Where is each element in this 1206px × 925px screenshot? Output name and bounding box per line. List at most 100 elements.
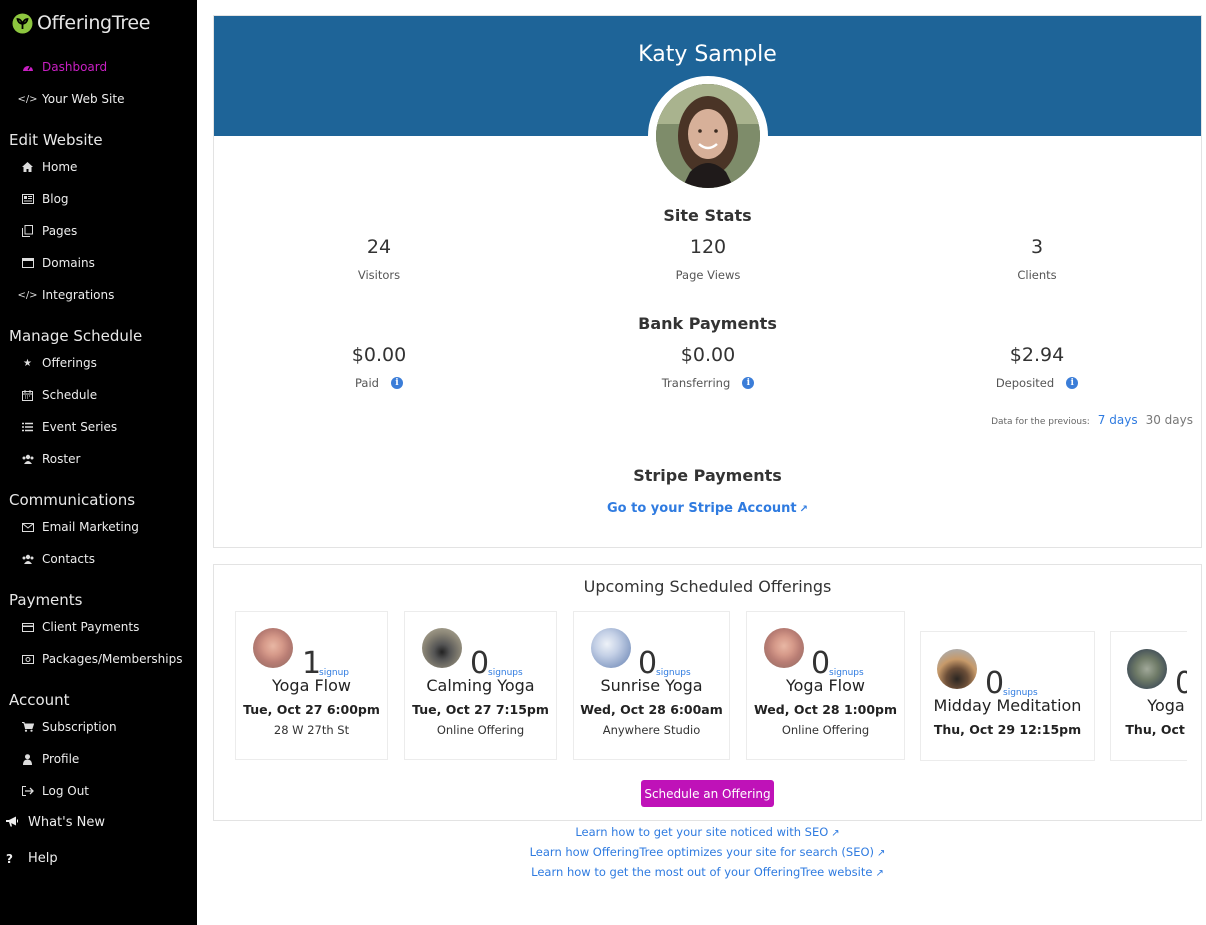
sidebar-item-client-payments[interactable]: Client Payments: [21, 620, 139, 634]
offering-date: Thu, Oct 29: [1125, 722, 1187, 737]
payment-deposited: $2.94 Deposited i: [937, 344, 1137, 390]
sidebar-item-profile[interactable]: Profile: [21, 752, 79, 766]
sidebar-item-contacts[interactable]: Contacts: [21, 552, 95, 566]
external-link-icon: ↗: [799, 504, 808, 515]
profile-avatar[interactable]: [648, 76, 768, 196]
sidebar-item-roster[interactable]: Roster: [21, 452, 80, 466]
credit-card-icon: [21, 621, 34, 634]
app-logo[interactable]: OfferingTree: [12, 12, 151, 34]
external-link-icon: ↗: [831, 828, 840, 839]
copy-icon: [21, 225, 34, 238]
user-icon: [21, 753, 34, 766]
sidebar-item-offerings[interactable]: ★ Offerings: [21, 356, 97, 370]
sidebar-item-schedule[interactable]: Schedule: [21, 388, 97, 402]
bank-payments-title: Bank Payments: [638, 314, 777, 333]
sidebar-item-label: Event Series: [42, 420, 118, 434]
home-icon: [21, 161, 34, 174]
sidebar-item-label: Dashboard: [42, 60, 108, 74]
payment-label: Deposited i: [937, 376, 1137, 390]
offering-card[interactable]: 0 Yoga Thu, Oct 29: [1110, 631, 1187, 761]
sidebar-item-log-out[interactable]: Log Out: [21, 784, 89, 798]
sidebar-item-label: Profile: [42, 752, 80, 766]
info-icon[interactable]: i: [1066, 377, 1079, 389]
stat-label: Visitors: [279, 268, 479, 282]
range-7-days-link[interactable]: 7 days: [1098, 413, 1138, 427]
offering-avatar: [937, 649, 977, 689]
payment-transferring: $0.00 Transferring i: [608, 344, 808, 390]
logo-text: OfferingTree: [37, 12, 151, 34]
question-icon: ?: [6, 851, 13, 866]
sidebar-item-packages-memberships[interactable]: Packages/Memberships: [21, 652, 182, 666]
window-icon: [21, 257, 34, 270]
newspaper-icon: [21, 193, 34, 206]
payment-label-text: Deposited: [995, 376, 1055, 390]
sidebar: OfferingTree Dashboard </> Your Web Site…: [0, 0, 197, 925]
profile-name: Katy Sample: [638, 42, 777, 67]
offering-card[interactable]: 1 signup Yoga Flow Tue, Oct 27 6:00pm 28…: [235, 611, 388, 760]
tree-logo-icon: [12, 13, 33, 33]
stat-label: Page Views: [608, 268, 808, 282]
sidebar-item-label: Log Out: [42, 784, 90, 798]
stat-value: 120: [689, 236, 727, 258]
profile-photo: [656, 84, 760, 188]
section-heading-payments: Payments: [9, 591, 83, 609]
sidebar-item-your-web-site[interactable]: </> Your Web Site: [17, 92, 124, 106]
payment-value: $2.94: [1009, 344, 1065, 366]
sidebar-item-label: Home: [42, 160, 78, 174]
sidebar-item-whats-new[interactable]: What's New: [6, 815, 105, 830]
sidebar-item-home[interactable]: Home: [21, 160, 77, 174]
sidebar-item-domains[interactable]: Domains: [21, 256, 95, 270]
sidebar-item-label: Packages/Memberships: [42, 652, 183, 666]
sidebar-item-label: Subscription: [42, 720, 117, 734]
sidebar-item-pages[interactable]: Pages: [21, 224, 77, 238]
offering-name: Yoga Flow: [271, 676, 351, 695]
external-link-icon: ↗: [875, 868, 884, 879]
offering-name: Sunrise Yoga: [600, 676, 703, 695]
sidebar-item-integrations[interactable]: </> Integrations: [17, 288, 115, 302]
schedule-offering-button[interactable]: Schedule an Offering: [641, 780, 774, 807]
offering-location: Online Offering: [436, 723, 525, 737]
section-heading-edit-website: Edit Website: [9, 131, 103, 149]
sidebar-item-blog[interactable]: Blog: [21, 192, 69, 206]
offering-location: Anywhere Studio: [602, 723, 701, 737]
range-30-days-link[interactable]: 30 days: [1146, 413, 1193, 427]
sidebar-item-event-series[interactable]: Event Series: [21, 420, 117, 434]
sidebar-item-subscription[interactable]: Subscription: [21, 720, 117, 734]
sidebar-item-label: Integrations: [42, 288, 115, 302]
offering-avatar: [422, 628, 462, 668]
payment-value: $0.00: [351, 344, 407, 366]
envelope-icon: [21, 521, 34, 534]
external-link-icon: ↗: [877, 848, 886, 859]
offering-card[interactable]: 0 signups Midday Meditation Thu, Oct 29 …: [920, 631, 1095, 761]
offering-date: Thu, Oct 29 12:15pm: [933, 722, 1082, 737]
sidebar-item-label: Help: [28, 851, 58, 866]
stat-label: Clients: [937, 268, 1137, 282]
offering-avatar: [764, 628, 804, 668]
offering-card[interactable]: 0 signups Sunrise Yoga Wed, Oct 28 6:00a…: [573, 611, 730, 760]
offering-card[interactable]: 0 signups Calming Yoga Tue, Oct 27 7:15p…: [404, 611, 557, 760]
profile-stats-card: Katy Sample Site Stats 24 Visitors 120 P…: [213, 15, 1202, 548]
info-icon[interactable]: i: [390, 377, 403, 389]
upcoming-offerings-card: Upcoming Scheduled Offerings 1 signup Yo…: [213, 564, 1202, 821]
sidebar-item-email-marketing[interactable]: Email Marketing: [21, 520, 139, 534]
learn-optimize-link[interactable]: Learn how OfferingTree optimizes your si…: [213, 845, 1202, 859]
sidebar-item-help[interactable]: ? Help: [6, 851, 58, 866]
payment-label: Paid i: [279, 376, 479, 390]
offering-name: Yoga Flow: [785, 676, 865, 695]
stat-clients: 3 Clients: [937, 236, 1137, 282]
signup-count: 0: [638, 646, 658, 681]
learn-seo-link[interactable]: Learn how to get your site noticed with …: [213, 825, 1202, 839]
offerings-carousel[interactable]: 1 signup Yoga Flow Tue, Oct 27 6:00pm 28…: [234, 610, 1187, 765]
info-icon[interactable]: i: [742, 377, 755, 389]
sidebar-item-dashboard[interactable]: Dashboard: [21, 60, 107, 74]
offerings-title: Upcoming Scheduled Offerings: [583, 577, 832, 596]
learn-most-out-link[interactable]: Learn how to get the most out of your Of…: [213, 865, 1202, 879]
stat-value: 24: [366, 236, 392, 258]
offering-card[interactable]: 0 signups Yoga Flow Wed, Oct 28 1:00pm O…: [746, 611, 905, 760]
sidebar-item-label: Offerings: [42, 356, 97, 370]
stripe-account-link[interactable]: Go to your Stripe Account ↗: [214, 501, 1201, 516]
offering-avatar: [1127, 649, 1167, 689]
offering-date: Wed, Oct 28 1:00pm: [753, 702, 898, 717]
learn-link-text: Learn how to get the most out of your Of…: [531, 865, 873, 879]
payment-value: $0.00: [680, 344, 736, 366]
